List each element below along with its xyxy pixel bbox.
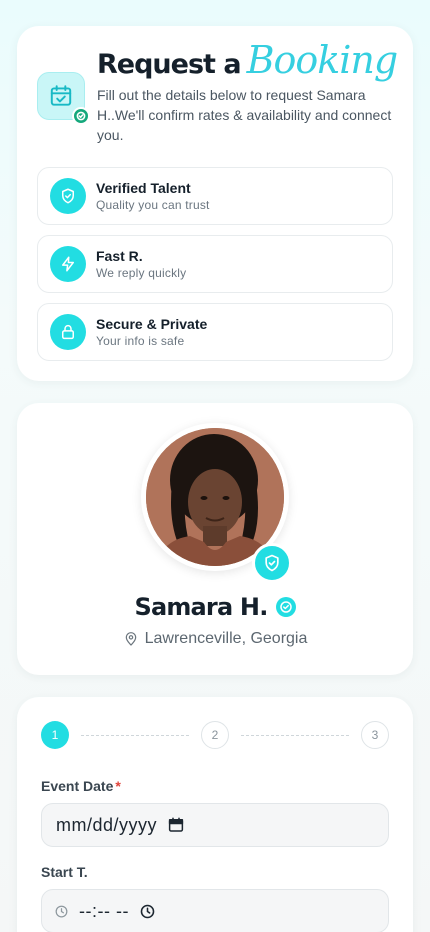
feature-verified-talent: Verified Talent Quality you can trust (37, 167, 393, 225)
check-badge-icon (72, 107, 90, 125)
title-main: Request a (97, 49, 242, 80)
title-script: Booking (246, 38, 399, 82)
step-3-indicator[interactable]: 3 (361, 721, 389, 749)
event-date-label-text: Event Date (41, 778, 114, 794)
map-pin-icon (125, 632, 136, 646)
feature-subtitle: Your info is safe (96, 334, 185, 348)
intro-description: Fill out the details below to request Sa… (97, 87, 392, 143)
location-text: Lawrenceville, Georgia (144, 630, 308, 647)
event-date-value: mm/dd/yyyy (56, 814, 158, 835)
lightning-icon (50, 246, 86, 282)
clock-picker-icon[interactable] (139, 903, 156, 920)
talent-name-row: Samara H. (17, 593, 413, 621)
verified-badge-icon (275, 597, 296, 617)
lock-icon (50, 314, 86, 350)
step-connector (241, 735, 349, 736)
calendar-icon[interactable] (167, 816, 185, 834)
feature-title: Verified Talent (96, 180, 191, 196)
clock-icon (54, 904, 69, 919)
booking-intro-card: Request a Booking Fill out the details b… (17, 26, 413, 381)
start-time-label: Start T. (41, 864, 88, 880)
feature-title: Fast R. (96, 248, 143, 264)
event-date-label: Event Date * (41, 778, 121, 794)
step-connector (81, 735, 189, 736)
feature-secure-private: Secure & Private Your info is safe (37, 303, 393, 361)
step-2-indicator[interactable]: 2 (201, 721, 229, 749)
shield-check-icon (50, 178, 86, 214)
start-time-value: --:-- -- (79, 900, 129, 921)
verified-shield-icon (252, 543, 292, 583)
booking-form-card: 1 2 3 Event Date * mm/dd/yyyy Start T. --… (17, 697, 413, 932)
talent-profile-card: Samara H. Lawrenceville, Georgia (17, 403, 413, 675)
required-marker: * (115, 778, 121, 794)
page-title: Request a Booking (97, 38, 399, 82)
event-date-field[interactable]: mm/dd/yyyy (41, 803, 389, 847)
feature-title: Secure & Private (96, 316, 208, 332)
feature-fast-reply: Fast R. We reply quickly (37, 235, 393, 293)
feature-subtitle: Quality you can trust (96, 198, 210, 212)
feature-subtitle: We reply quickly (96, 266, 187, 280)
start-time-field[interactable]: --:-- -- (41, 889, 389, 932)
step-1-indicator[interactable]: 1 (41, 721, 69, 749)
talent-location: Lawrenceville, Georgia (17, 630, 413, 648)
talent-name: Samara H. (134, 593, 268, 621)
